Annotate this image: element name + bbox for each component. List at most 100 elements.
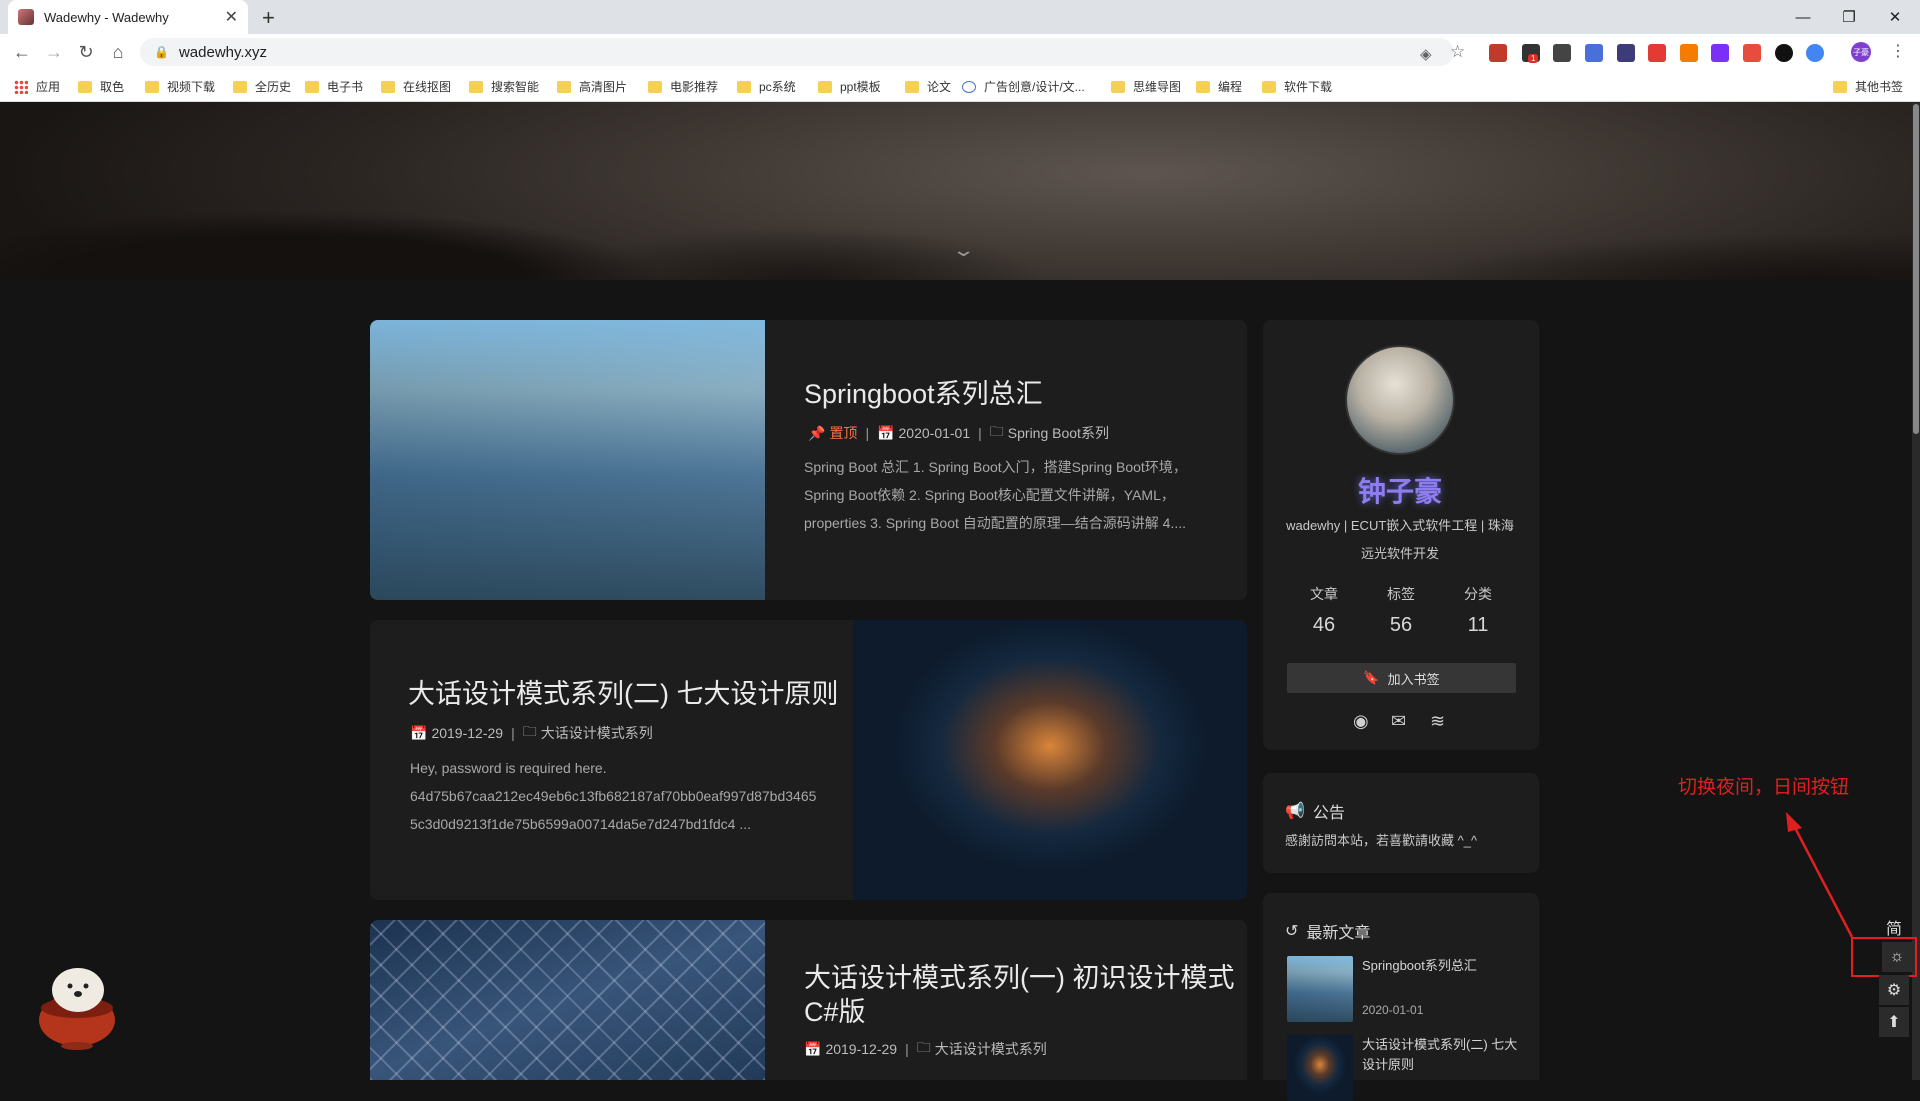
excerpt-line: Spring Boot依赖 2. Spring Boot核心配置文件讲解，YAM…	[804, 487, 1175, 503]
author-name: 钟子豪	[1357, 476, 1442, 507]
extension-icon[interactable]	[1489, 44, 1507, 62]
mascot-bowl-dog[interactable]	[34, 958, 120, 1050]
rss-icon[interactable]: ≋	[1430, 711, 1445, 732]
category-icon: 🗀	[522, 723, 537, 739]
bookmark-item[interactable]: 在线抠图	[381, 78, 451, 95]
bookmark-item[interactable]: 高清图片	[557, 78, 627, 95]
language-toggle-button[interactable]: 简	[1879, 912, 1909, 942]
category-icon: 🗀	[916, 1039, 931, 1055]
bookmark-label: 高清图片	[579, 80, 628, 94]
stat-label: 标签	[1387, 586, 1415, 602]
stat-categories[interactable]: 分类 11	[1438, 584, 1518, 637]
home-icon[interactable]: ⌂	[106, 40, 130, 64]
post-date: 2019-12-29	[825, 1041, 898, 1057]
close-window-button[interactable]: ✕	[1872, 0, 1918, 34]
bookmark-icon: 🔖	[1363, 670, 1380, 685]
bookmark-item[interactable]: pc系统	[737, 78, 796, 95]
bookmarks-bar: 应用 取色 视频下载 全历史 电子书 在线抠图 搜索智能 高清图片 电影推荐 pc系统 ppt模板…	[0, 70, 1920, 102]
folder-icon	[1262, 80, 1276, 93]
bookmark-item[interactable]: 电影推荐	[648, 78, 718, 95]
scrollbar-thumb[interactable]	[1913, 104, 1919, 434]
recent-post-thumbnail[interactable]	[1287, 1035, 1353, 1101]
megaphone-icon: 📢	[1285, 803, 1305, 820]
bookmark-label: 论文	[927, 80, 952, 94]
post-title[interactable]: 大话设计模式系列(一) 初识设计模式 C#版	[804, 961, 1234, 1029]
extension-icon[interactable]	[1806, 44, 1824, 62]
bookmark-item[interactable]: 论文	[905, 78, 951, 95]
bookmark-label: 全历史	[255, 80, 292, 94]
post-cover-image[interactable]	[853, 620, 1247, 900]
extension-icon[interactable]	[1775, 44, 1793, 62]
add-bookmark-button[interactable]: 🔖 加入书签	[1287, 663, 1516, 693]
recent-post-title[interactable]: 大话设计模式系列(二) 七大设计原则	[1362, 1035, 1522, 1075]
folder-icon	[381, 80, 395, 93]
post-meta: 📌 置顶 | 📅 2020-01-01 | 🗀 Spring Boot系列	[808, 421, 1109, 445]
bookmark-item[interactable]: 思维导图	[1111, 78, 1181, 95]
extension-icon[interactable]	[1680, 44, 1698, 62]
restore-button[interactable]: ❐	[1826, 0, 1872, 34]
bookmark-other[interactable]: 其他书签	[1833, 78, 1903, 95]
stat-label: 分类	[1464, 586, 1492, 602]
back-to-top-icon[interactable]: ⬆	[1879, 1007, 1909, 1037]
post-title[interactable]: Springboot系列总汇	[804, 377, 1043, 411]
post-category[interactable]: 大话设计模式系列	[935, 1039, 1047, 1059]
new-tab-button[interactable]: +	[262, 5, 275, 31]
bookmark-apps[interactable]: 应用	[14, 78, 60, 95]
post-excerpt: Spring Boot 总汇 1. Spring Boot入门，搭建Spring…	[804, 453, 1204, 537]
extension-icon[interactable]	[1743, 44, 1761, 62]
address-bar[interactable]: 🔒 wadewhy.xyz	[140, 38, 1454, 66]
folder-icon	[145, 80, 159, 93]
post-date: 2020-01-01	[898, 425, 971, 441]
extension-icon[interactable]	[1648, 44, 1666, 62]
bookmark-item[interactable]: 电子书	[305, 78, 363, 95]
bookmark-item[interactable]: 编程	[1196, 78, 1242, 95]
site-settings-icon[interactable]: ◈	[1420, 45, 1432, 63]
bookmark-item[interactable]: 软件下载	[1262, 78, 1332, 95]
url-text: wadewhy.xyz	[178, 43, 268, 61]
post-category[interactable]: Spring Boot系列	[1008, 423, 1109, 443]
bookmark-item[interactable]: 搜索智能	[469, 78, 539, 95]
browser-tab[interactable]: Wadewhy - Wadewhy ✕	[8, 0, 248, 34]
bookmark-label: 思维导图	[1133, 80, 1182, 94]
post-category[interactable]: 大话设计模式系列	[541, 723, 653, 743]
reload-icon[interactable]: ↻	[74, 40, 98, 64]
profile-avatar[interactable]: 子豪	[1851, 42, 1871, 62]
bookmark-item[interactable]: 视频下载	[145, 78, 215, 95]
bookmark-item[interactable]: 广告创意/设计/文...	[962, 78, 1085, 95]
settings-gear-icon[interactable]: ⚙	[1879, 975, 1909, 1005]
tab-close-icon[interactable]: ✕	[225, 7, 238, 27]
folder-icon	[818, 80, 832, 93]
minimize-button[interactable]: —	[1780, 0, 1826, 34]
stat-articles[interactable]: 文章 46	[1284, 584, 1364, 637]
bookmark-label: 电影推荐	[670, 80, 719, 94]
tree-silhouette	[0, 170, 1912, 280]
bookmark-star-icon[interactable]: ☆	[1450, 42, 1465, 62]
bookmark-label: 取色	[100, 80, 125, 94]
page-scrollbar[interactable]	[1912, 102, 1920, 1080]
github-icon[interactable]: ◉	[1353, 711, 1369, 732]
extension-icon[interactable]	[1553, 44, 1571, 62]
bookmark-label: 应用	[36, 80, 61, 94]
post-title[interactable]: 大话设计模式系列(二) 七大设计原则	[408, 677, 838, 711]
post-cover-image[interactable]	[370, 920, 765, 1080]
extension-icon[interactable]	[1711, 44, 1729, 62]
darkmode-toggle-button[interactable]: ☼	[1851, 937, 1917, 977]
recent-post-title[interactable]: Springboot系列总汇	[1362, 956, 1522, 976]
stat-tags[interactable]: 标签 56	[1361, 584, 1441, 637]
post-cover-image[interactable]	[370, 320, 765, 600]
recent-title-text: 最新文章	[1306, 925, 1371, 942]
folder-icon	[905, 80, 919, 93]
extension-icon[interactable]	[1585, 44, 1603, 62]
bookmark-item[interactable]: ppt模板	[818, 78, 881, 95]
bookmark-item[interactable]: 全历史	[233, 78, 291, 95]
scroll-down-chevron-icon[interactable]: ⌄	[951, 240, 975, 261]
bookmark-item[interactable]: 取色	[78, 78, 124, 95]
menu-icon[interactable]: ⋮	[1890, 41, 1906, 61]
extension-icon[interactable]	[1617, 44, 1635, 62]
forward-icon[interactable]: →	[42, 40, 66, 64]
recent-post-thumbnail[interactable]	[1287, 956, 1353, 1022]
post-excerpt: Hey, password is required here. 64d75b67…	[410, 754, 840, 838]
back-icon[interactable]: ←	[10, 40, 34, 64]
email-icon[interactable]: ✉	[1391, 711, 1406, 732]
globe-icon	[962, 80, 976, 93]
